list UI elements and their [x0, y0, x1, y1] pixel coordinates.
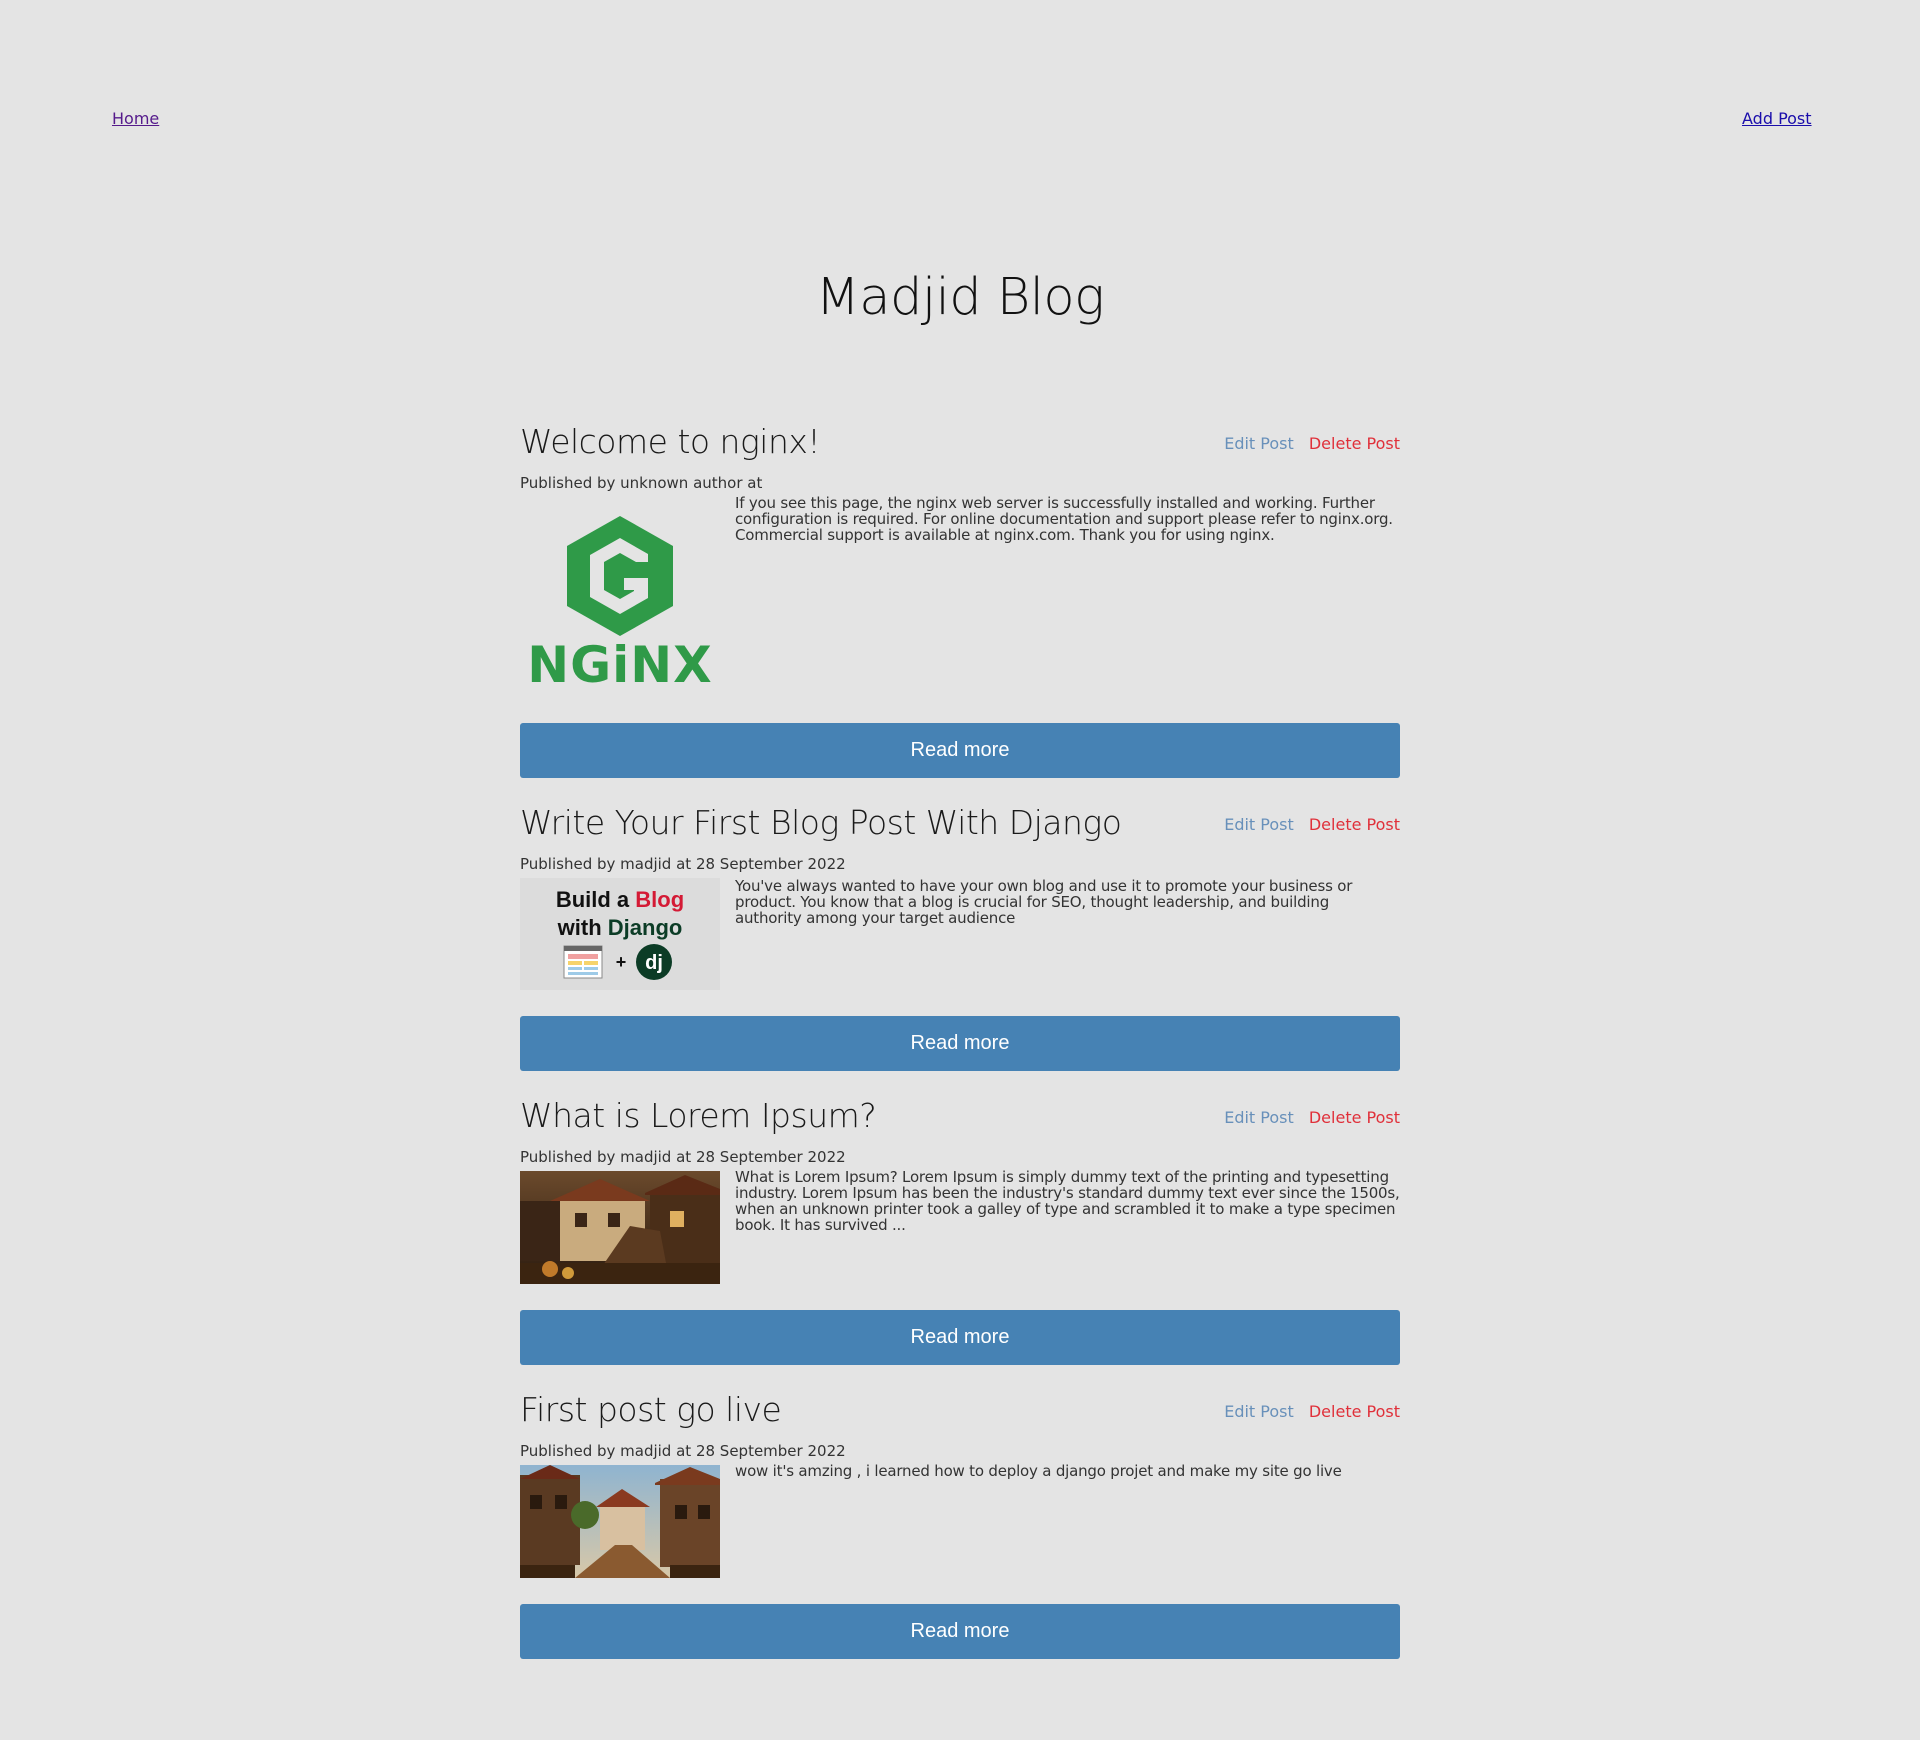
nginx-wordmark: NGiNX [527, 636, 712, 693]
post-card: Write Your First Blog Post With Django E… [520, 803, 1400, 1071]
post-card: First post go live Edit Post Delete Post… [520, 1390, 1400, 1659]
village-street-photo [520, 1465, 720, 1578]
post-title: What is Lorem Ipsum? [520, 1096, 877, 1135]
post-meta: Published by madjid at 28 September 2022 [520, 855, 846, 873]
read-more-button[interactable]: Read more [520, 1604, 1400, 1659]
blog-page-icon [563, 945, 603, 979]
post-thumbnail [520, 1171, 720, 1284]
banner-blog: Blog [635, 887, 685, 912]
nav-add-post-link[interactable]: Add Post [1742, 109, 1812, 128]
delete-post-link[interactable]: Delete Post [1309, 815, 1400, 834]
django-blog-banner: Build a Blog with Django + dj [520, 878, 720, 990]
delete-post-link[interactable]: Delete Post [1309, 1108, 1400, 1127]
edit-post-link[interactable]: Edit Post [1224, 815, 1294, 834]
post-excerpt: You've always wanted to have your own bl… [735, 877, 1353, 927]
post-thumbnail [520, 1465, 720, 1578]
post-title: First post go live [520, 1390, 782, 1429]
post-excerpt: wow it's amzing , i learned how to deplo… [735, 1462, 1342, 1480]
post-excerpt: What is Lorem Ipsum? Lorem Ipsum is simp… [735, 1168, 1400, 1234]
delete-post-link[interactable]: Delete Post [1309, 1402, 1400, 1421]
read-more-button[interactable]: Read more [520, 1310, 1400, 1365]
post-thumbnail: Build a Blog with Django + dj [520, 878, 720, 990]
post-thumbnail: NGiNX [520, 498, 720, 693]
banner-with: with [557, 915, 602, 940]
post-excerpt: If you see this page, the nginx web serv… [735, 494, 1393, 544]
post-meta: Published by unknown author at [520, 474, 763, 492]
edit-post-link[interactable]: Edit Post [1224, 1402, 1294, 1421]
banner-plus: + [616, 952, 627, 972]
post-card: What is Lorem Ipsum? Edit Post Delete Po… [520, 1096, 1400, 1365]
post-meta: Published by madjid at 28 September 2022 [520, 1148, 846, 1166]
blog-plus-django-icons: + dj [563, 944, 672, 980]
post-title: Welcome to nginx! [520, 422, 821, 461]
banner-dj: dj [645, 952, 663, 974]
delete-post-link[interactable]: Delete Post [1309, 434, 1400, 453]
nginx-logo-icon: NGiNX [527, 516, 712, 693]
read-more-button[interactable]: Read more [520, 723, 1400, 778]
banner-django: Django [607, 915, 683, 940]
medieval-village-photo [520, 1171, 720, 1284]
edit-post-link[interactable]: Edit Post [1224, 1108, 1294, 1127]
post-meta: Published by madjid at 28 September 2022 [520, 1442, 846, 1460]
edit-post-link[interactable]: Edit Post [1224, 434, 1294, 453]
post-card: Welcome to nginx! Edit Post Delete Post … [520, 422, 1400, 778]
nav-home-link[interactable]: Home [112, 109, 159, 128]
read-more-button[interactable]: Read more [520, 1016, 1400, 1071]
banner-build-a: Build a [555, 887, 630, 912]
post-title: Write Your First Blog Post With Django [520, 803, 1122, 842]
site-title: Madjid Blog [815, 268, 1105, 327]
